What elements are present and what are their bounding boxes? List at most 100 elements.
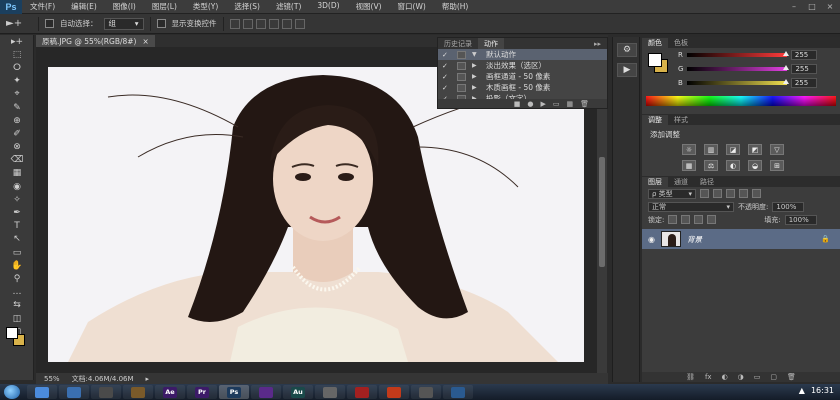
align-middle-icon[interactable] xyxy=(242,18,253,29)
align-top-icon[interactable] xyxy=(229,18,240,29)
layer-footer-icon[interactable]: ◑ xyxy=(738,373,744,381)
action-toggle-icon[interactable]: ✓ xyxy=(442,51,451,59)
tool-presets-icon[interactable]: ⚙ xyxy=(617,43,637,57)
tool-icon[interactable]: ◉ xyxy=(0,180,34,193)
action-footer-icon[interactable]: ■ xyxy=(514,100,521,108)
tab-history[interactable]: 历史记录 xyxy=(438,38,478,49)
action-footer-icon[interactable]: 🗑 xyxy=(580,100,589,108)
expand-triangle-icon[interactable]: ▼ xyxy=(472,51,480,58)
taskbar-app[interactable] xyxy=(347,385,377,399)
tab-adjustments[interactable]: 调整 xyxy=(642,114,668,125)
close-tab-icon[interactable]: × xyxy=(142,37,148,46)
filter-smart-object-icon[interactable] xyxy=(752,189,761,198)
canvas-image[interactable] xyxy=(48,67,584,362)
action-toggle-icon[interactable]: ✓ xyxy=(442,84,451,92)
menu-item[interactable]: 选择(S) xyxy=(226,1,268,12)
taskbar-app[interactable] xyxy=(251,385,281,399)
taskbar-app[interactable]: Ps xyxy=(219,385,249,399)
menu-item[interactable]: 图像(I) xyxy=(105,1,144,12)
color-spectrum[interactable] xyxy=(646,96,836,106)
tool-icon[interactable]: ▭ xyxy=(0,246,34,259)
tool-icon[interactable]: ⇆ xyxy=(0,299,34,312)
close-button[interactable]: × xyxy=(824,1,836,12)
menu-item[interactable]: 窗口(W) xyxy=(390,1,434,12)
lock-image-icon[interactable] xyxy=(681,215,691,224)
taskbar-app[interactable] xyxy=(59,385,89,399)
align-right-icon[interactable] xyxy=(294,18,305,29)
align-center-icon[interactable] xyxy=(281,18,292,29)
show-transform-checkbox[interactable] xyxy=(156,19,166,28)
lock-position-icon[interactable] xyxy=(694,215,704,224)
zoom-level[interactable]: 55% xyxy=(44,375,60,383)
layer-filter-dropdown[interactable]: ρ 类型 ▾ xyxy=(648,188,696,199)
taskbar-app[interactable]: Au xyxy=(283,385,313,399)
tool-icon[interactable]: ◫ xyxy=(0,312,34,325)
channel-slider[interactable] xyxy=(686,51,789,57)
action-dialog-toggle-icon[interactable] xyxy=(457,50,466,59)
adjustment-icon[interactable]: ☼ xyxy=(682,144,696,155)
expand-triangle-icon[interactable]: ▶ xyxy=(472,62,480,69)
taskbar-app[interactable]: Ae xyxy=(155,385,185,399)
tool-icon[interactable]: ⵔ xyxy=(0,61,34,74)
taskbar-app[interactable] xyxy=(27,385,57,399)
action-dialog-toggle-icon[interactable] xyxy=(457,72,466,81)
status-arrow-icon[interactable]: ▸ xyxy=(146,375,150,383)
taskbar-app[interactable] xyxy=(443,385,473,399)
taskbar-app[interactable] xyxy=(411,385,441,399)
adjustment-icon[interactable]: ▽ xyxy=(770,144,784,155)
tab-styles[interactable]: 样式 xyxy=(668,115,694,125)
taskbar-app[interactable] xyxy=(315,385,345,399)
filter-type-icon[interactable] xyxy=(726,189,735,198)
tool-icon[interactable]: ⌖ xyxy=(0,88,34,101)
filter-shape-icon[interactable] xyxy=(739,189,748,198)
menu-item[interactable]: 图层(L) xyxy=(144,1,185,12)
tool-icon[interactable]: ↖ xyxy=(0,233,34,246)
lock-transparent-icon[interactable] xyxy=(668,215,678,224)
clock[interactable]: 16:31 xyxy=(811,386,834,395)
layer-footer-icon[interactable]: ⛓ xyxy=(686,373,695,381)
menu-item[interactable]: 滤镜(T) xyxy=(268,1,309,12)
action-row[interactable]: ✓ ▶ 木质画框 - 50 像素 xyxy=(438,82,607,93)
tool-icon[interactable]: ✐ xyxy=(0,127,34,140)
actions-play-icon[interactable]: ▶ xyxy=(617,63,637,77)
tab-swatches[interactable]: 色板 xyxy=(668,38,694,48)
tab-channels[interactable]: 通道 xyxy=(668,177,694,187)
move-tool-preset-icon[interactable]: ►+ xyxy=(6,17,32,31)
expand-triangle-icon[interactable]: ▶ xyxy=(472,84,480,91)
align-bottom-icon[interactable] xyxy=(255,18,266,29)
maximize-button[interactable]: □ xyxy=(806,1,818,12)
start-button[interactable] xyxy=(4,385,20,399)
fill-field[interactable]: 100% xyxy=(784,214,817,225)
action-row[interactable]: ✓ ▶ 画框通道 - 50 像素 xyxy=(438,71,607,82)
layer-footer-icon[interactable]: ◐ xyxy=(722,373,728,381)
scrollbar-thumb[interactable] xyxy=(599,157,605,267)
layer-footer-icon[interactable]: ▭ xyxy=(754,373,761,381)
menu-item[interactable]: 编辑(E) xyxy=(63,1,105,12)
adjustment-icon[interactable]: ◐ xyxy=(726,160,740,171)
action-toggle-icon[interactable]: ✓ xyxy=(442,62,451,70)
tab-color[interactable]: 颜色 xyxy=(642,37,668,48)
menu-item[interactable]: 视图(V) xyxy=(348,1,390,12)
layer-footer-icon[interactable]: ▢ xyxy=(770,373,777,381)
opacity-field[interactable]: 100% xyxy=(772,201,805,212)
adjustment-icon[interactable]: ◩ xyxy=(748,144,762,155)
channel-value[interactable]: 255 xyxy=(790,78,817,88)
align-left-icon[interactable] xyxy=(268,18,279,29)
channel-value[interactable]: 255 xyxy=(791,64,818,74)
tool-icon[interactable]: ✦ xyxy=(0,75,34,88)
tool-icon[interactable]: ⬚ xyxy=(0,48,34,61)
adjustment-icon[interactable]: ⚖ xyxy=(704,160,718,171)
menu-item[interactable]: 帮助(H) xyxy=(434,1,477,12)
adjustment-icon[interactable]: ⊞ xyxy=(770,160,784,171)
tool-icon[interactable]: … xyxy=(0,286,34,299)
tool-icon[interactable]: ⊗ xyxy=(0,141,34,154)
action-dialog-toggle-icon[interactable] xyxy=(457,61,466,70)
taskbar-app[interactable] xyxy=(91,385,121,399)
channel-slider[interactable] xyxy=(687,65,790,71)
action-footer-icon[interactable]: ▶ xyxy=(540,100,545,108)
tool-icon[interactable]: ▦ xyxy=(0,167,34,180)
menu-item[interactable]: 文件(F) xyxy=(22,1,63,12)
action-footer-icon[interactable]: ● xyxy=(527,100,533,108)
layer-row-background[interactable]: ◉ 背景 🔒 xyxy=(642,229,840,249)
filter-pixel-icon[interactable] xyxy=(700,189,709,198)
